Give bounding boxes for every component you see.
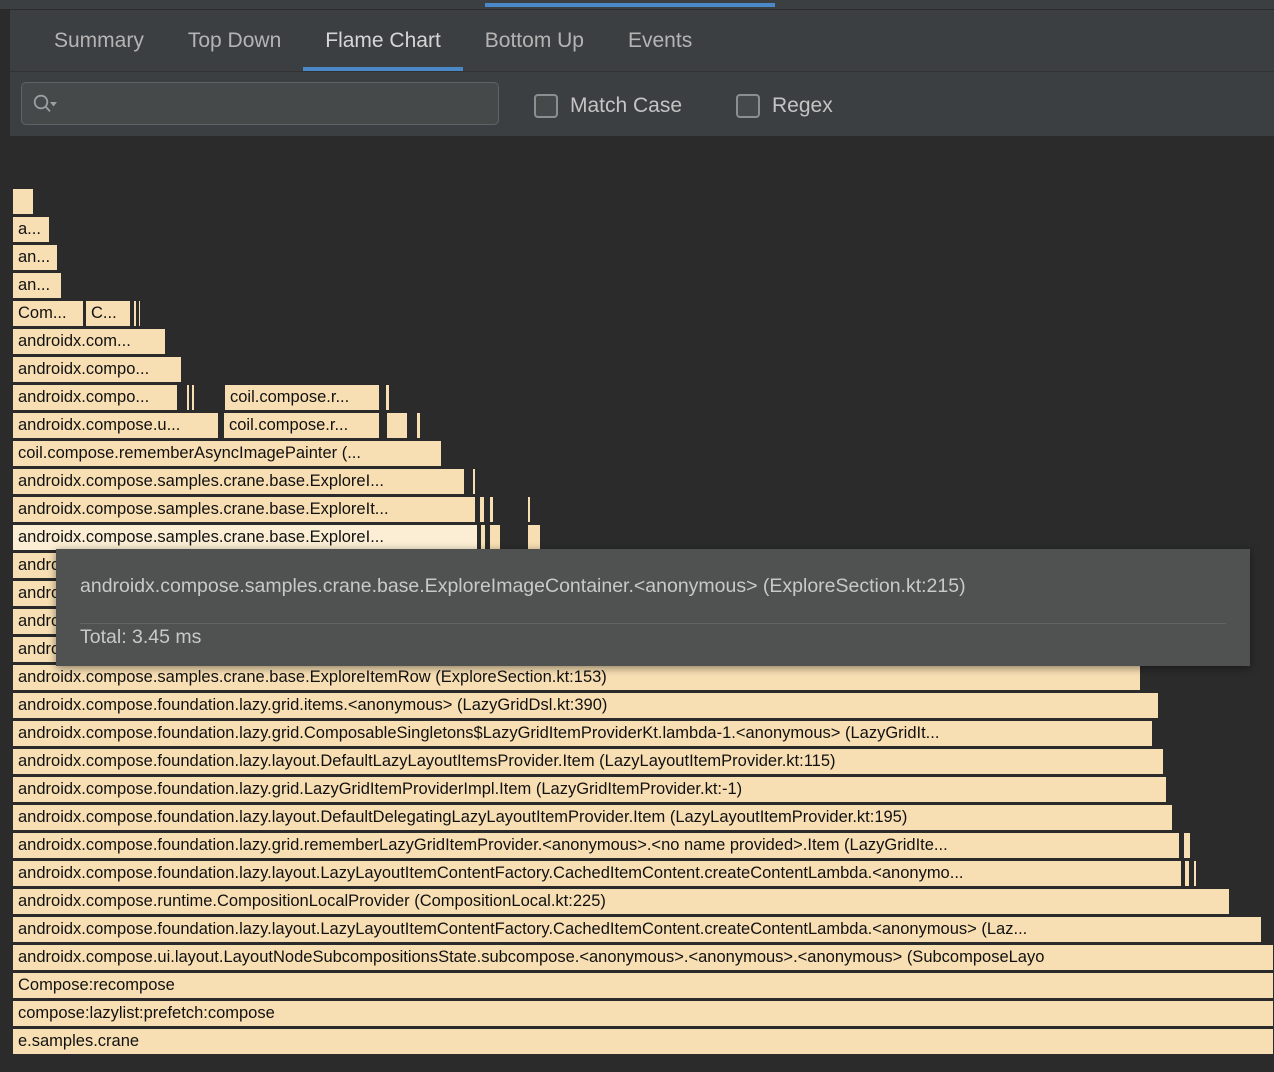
regex-box[interactable] — [736, 94, 760, 118]
match-case-box[interactable] — [534, 94, 558, 118]
flame-frame[interactable]: androidx.compose.samples.crane.base.Expl… — [12, 524, 478, 551]
flame-frame[interactable]: androidx.compose.samples.crane.base.Expl… — [12, 664, 1141, 691]
tab-label: Bottom Up — [485, 29, 584, 53]
flame-frame[interactable]: e.samples.crane — [12, 1028, 1274, 1055]
search-box[interactable] — [21, 82, 499, 125]
tab-label: Flame Chart — [325, 29, 441, 53]
tab-top-down[interactable]: Top Down — [166, 10, 303, 71]
flame-frame[interactable] — [191, 384, 195, 411]
flame-frame[interactable] — [186, 384, 190, 411]
flame-frame[interactable]: androidx.compo... — [12, 384, 178, 411]
match-case-checkbox[interactable]: Match Case — [534, 94, 682, 118]
flame-frame[interactable]: coil.compose.rememberAsyncImagePainter (… — [12, 440, 442, 467]
flame-frame[interactable]: androidx.com... — [12, 328, 166, 355]
search-input[interactable] — [58, 83, 488, 124]
flame-frame[interactable]: androidx.compose.foundation.lazy.grid.re… — [12, 832, 1180, 859]
flame-frame[interactable]: androidx.compose.samples.crane.base.Expl… — [12, 468, 465, 495]
flame-frame[interactable] — [480, 524, 486, 551]
flame-frame[interactable]: C... — [85, 300, 131, 327]
tab-label: Events — [628, 29, 692, 53]
flame-frame[interactable]: compose:lazylist:prefetch:compose — [12, 1000, 1274, 1027]
flame-frame[interactable] — [527, 496, 531, 523]
flame-chart-panel: Summary Top Down Flame Chart Bottom Up Event… — [0, 0, 1274, 1072]
flame-frame[interactable]: androidx.compose.foundation.lazy.grid.Co… — [12, 720, 1153, 747]
flame-frame[interactable] — [385, 384, 390, 411]
flame-frame[interactable]: coil.compose.r... — [223, 412, 380, 439]
flame-frame[interactable]: an... — [12, 244, 58, 271]
flame-frame[interactable] — [386, 412, 408, 439]
flame-frame[interactable] — [472, 468, 476, 495]
tab-bottom-up[interactable]: Bottom Up — [463, 10, 606, 71]
regex-label: Regex — [772, 94, 833, 118]
flame-frame[interactable]: androidx.compose.u... — [12, 412, 219, 439]
flame-frame[interactable]: androidx.compose.foundation.lazy.grid.it… — [12, 692, 1159, 719]
flame-frame[interactable] — [138, 300, 141, 327]
flame-frame[interactable]: androidx.compose.foundation.lazy.grid.La… — [12, 776, 1167, 803]
tab-flame-chart[interactable]: Flame Chart — [303, 10, 463, 71]
flame-frame[interactable] — [479, 496, 485, 523]
flame-frame[interactable] — [12, 188, 34, 215]
flame-frame[interactable]: androidx.compose.foundation.lazy.layout.… — [12, 748, 1164, 775]
tab-events[interactable]: Events — [606, 10, 714, 71]
flame-frame[interactable]: androidx.compose.samples.crane.base.Expl… — [12, 496, 476, 523]
regex-checkbox[interactable]: Regex — [736, 94, 833, 118]
flame-frame[interactable]: androidx.compose.runtime.CompositionLoca… — [12, 888, 1230, 915]
flame-frame[interactable]: a... — [12, 216, 50, 243]
search-icon[interactable] — [32, 93, 58, 115]
flame-frame[interactable] — [1184, 860, 1190, 887]
tab-label: Summary — [54, 29, 144, 53]
flame-frame[interactable] — [1183, 832, 1191, 859]
tab-label: Top Down — [188, 29, 281, 53]
flame-frame[interactable]: androidx.compose.foundation.lazy.layout.… — [12, 804, 1173, 831]
flame-frame[interactable]: an... — [12, 272, 62, 299]
tab-summary[interactable]: Summary — [32, 10, 166, 71]
search-toolbar: Match Case Regex — [10, 72, 1274, 137]
flame-frame[interactable] — [489, 496, 494, 523]
tooltip-title: androidx.compose.samples.crane.base.Expl… — [80, 549, 1226, 597]
flame-frame[interactable] — [416, 412, 421, 439]
top-accent-strip — [0, 0, 1274, 10]
tooltip-divider — [80, 623, 1226, 624]
flame-frame[interactable]: Com... — [12, 300, 84, 327]
flame-frame[interactable]: androidx.compose.ui.layout.LayoutNodeSub… — [12, 944, 1274, 971]
flame-frame[interactable] — [489, 524, 501, 551]
flame-frame[interactable]: Compose:recompose — [12, 972, 1274, 999]
flame-frame[interactable]: coil.compose.r... — [224, 384, 380, 411]
tab-bar: Summary Top Down Flame Chart Bottom Up Event… — [10, 10, 1274, 72]
match-case-label: Match Case — [570, 94, 682, 118]
flame-frame[interactable]: androidx.compo... — [12, 356, 182, 383]
flame-frame[interactable]: androidx.compose.foundation.lazy.layout.… — [12, 860, 1182, 887]
flame-frame[interactable] — [527, 524, 541, 551]
frame-tooltip: androidx.compose.samples.crane.base.Expl… — [56, 549, 1250, 666]
flame-frame[interactable] — [133, 300, 137, 327]
tab-active-underline — [303, 67, 463, 71]
top-accent-bar — [485, 3, 775, 7]
flame-frame[interactable] — [1193, 860, 1197, 887]
flame-frame[interactable]: androidx.compose.foundation.lazy.layout.… — [12, 916, 1262, 943]
